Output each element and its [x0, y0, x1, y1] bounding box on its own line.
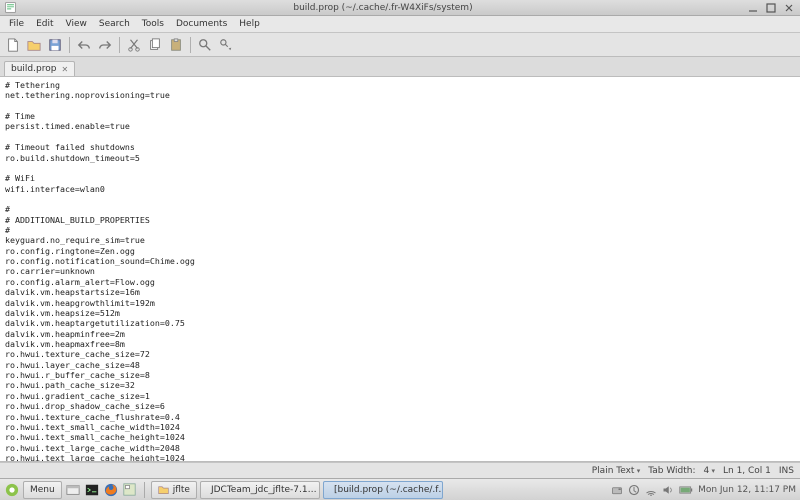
menu-help[interactable]: Help: [234, 17, 265, 31]
find-replace-button[interactable]: [216, 35, 236, 55]
new-file-button[interactable]: [3, 35, 23, 55]
file-manager-launcher[interactable]: [65, 482, 81, 498]
task-label: [build.prop (~/.cache/.f…: [334, 485, 443, 495]
task-label: JDCTeam_jdc_jflte-7.1…: [211, 485, 317, 495]
tabwidth-selector[interactable]: 4: [704, 466, 715, 476]
insert-mode: INS: [779, 466, 794, 476]
window-titlebar: build.prop (~/.cache/.fr-W4XiFs/system): [0, 0, 800, 16]
tab-close-icon[interactable]: ✕: [61, 65, 68, 74]
toolbar: [0, 33, 800, 57]
battery-icon[interactable]: [679, 485, 693, 495]
tab-buildprop[interactable]: build.prop ✕: [4, 61, 75, 76]
terminal-launcher[interactable]: [84, 482, 100, 498]
app-icon: [4, 2, 16, 14]
text-editor[interactable]: # Tethering net.tethering.noprovisioning…: [0, 77, 800, 462]
menu-launcher[interactable]: [4, 482, 20, 498]
close-button[interactable]: [782, 2, 796, 14]
menubar: File Edit View Search Tools Documents He…: [0, 16, 800, 33]
find-button[interactable]: [195, 35, 215, 55]
updates-icon[interactable]: [628, 484, 640, 496]
task-item-editor[interactable]: [build.prop (~/.cache/.f…: [323, 481, 443, 499]
tab-label: build.prop: [11, 64, 56, 74]
menu-search[interactable]: Search: [94, 17, 135, 31]
redo-button[interactable]: [95, 35, 115, 55]
removable-media-icon[interactable]: [611, 484, 623, 496]
panel-taskbar: Menu jflte JDCTeam_jdc_jflte-7.1… [build…: [0, 478, 800, 500]
open-file-button[interactable]: [24, 35, 44, 55]
start-menu-button[interactable]: Menu: [23, 481, 62, 499]
menu-file[interactable]: File: [4, 17, 29, 31]
toolbar-separator: [190, 37, 191, 53]
undo-button[interactable]: [74, 35, 94, 55]
toolbar-separator: [119, 37, 120, 53]
task-item-filemanager[interactable]: jflte: [151, 481, 197, 499]
toolbar-separator: [69, 37, 70, 53]
window-title: build.prop (~/.cache/.fr-W4XiFs/system): [20, 3, 746, 13]
task-label: jflte: [173, 485, 190, 495]
network-icon[interactable]: [645, 484, 657, 496]
cursor-position: Ln 1, Col 1: [723, 466, 771, 476]
menu-tools[interactable]: Tools: [137, 17, 169, 31]
save-file-button[interactable]: [45, 35, 65, 55]
editor-statusbar: Plain Text Tab Width: 4 Ln 1, Col 1 INS: [0, 462, 800, 478]
menu-documents[interactable]: Documents: [171, 17, 232, 31]
paste-button[interactable]: [166, 35, 186, 55]
panel-separator: [144, 482, 145, 498]
minimize-button[interactable]: [746, 2, 760, 14]
cut-button[interactable]: [124, 35, 144, 55]
menu-view[interactable]: View: [61, 17, 92, 31]
volume-icon[interactable]: [662, 484, 674, 496]
clock[interactable]: Mon Jun 12, 11:17 PM: [698, 485, 796, 495]
firefox-launcher[interactable]: [103, 482, 119, 498]
system-tray: Mon Jun 12, 11:17 PM: [611, 484, 796, 496]
copy-button[interactable]: [145, 35, 165, 55]
language-selector[interactable]: Plain Text: [592, 466, 640, 476]
tabwidth-label: Tab Width:: [648, 466, 695, 476]
document-tabs: build.prop ✕: [0, 57, 800, 77]
menu-edit[interactable]: Edit: [31, 17, 58, 31]
maximize-button[interactable]: [764, 2, 778, 14]
show-desktop-button[interactable]: [122, 482, 138, 498]
task-item-archive[interactable]: JDCTeam_jdc_jflte-7.1…: [200, 481, 320, 499]
